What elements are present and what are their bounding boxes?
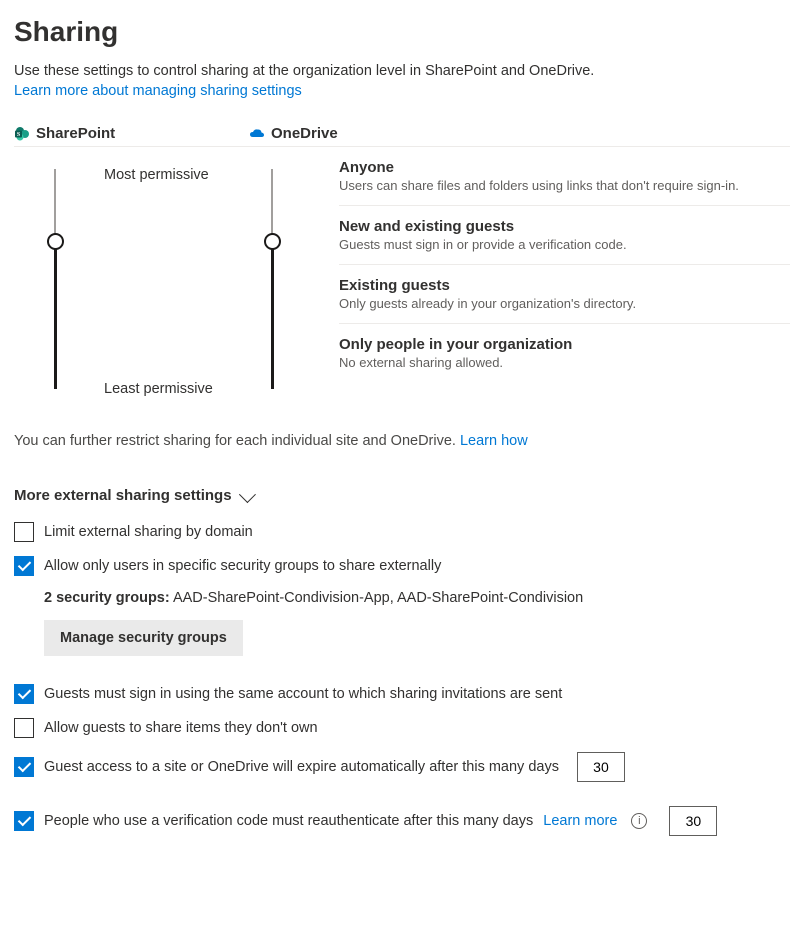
- page-title: Sharing: [14, 16, 790, 48]
- setting-guest-access-expire: Guest access to a site or OneDrive will …: [14, 752, 790, 782]
- setting-allow-guests-share: Allow guests to share items they don't o…: [14, 718, 790, 738]
- reauth-days-input[interactable]: [669, 806, 717, 836]
- checkbox-allow-guests-share[interactable]: [14, 718, 34, 738]
- setting-label: People who use a verification code must …: [44, 813, 533, 829]
- level-title: New and existing guests: [339, 218, 790, 235]
- checkbox-allow-groups[interactable]: [14, 556, 34, 576]
- level-anyone: Anyone Users can share files and folders…: [339, 147, 790, 206]
- level-title: Anyone: [339, 159, 790, 176]
- onedrive-column-header: OneDrive: [249, 125, 369, 142]
- info-icon[interactable]: i: [631, 813, 647, 829]
- level-desc: Guests must sign in or provide a verific…: [339, 237, 790, 252]
- learn-how-link[interactable]: Learn how: [460, 433, 528, 449]
- more-settings-list: Limit external sharing by domain Allow o…: [14, 522, 790, 836]
- setting-label: Allow guests to share items they don't o…: [44, 720, 318, 736]
- level-new-existing-guests: New and existing guests Guests must sign…: [339, 206, 790, 265]
- sharepoint-slider-thumb[interactable]: [47, 233, 64, 250]
- level-desc: Users can share files and folders using …: [339, 178, 790, 193]
- checkbox-limit-domain[interactable]: [14, 522, 34, 542]
- level-title: Only people in your organization: [339, 336, 790, 353]
- least-permissive-label: Least permissive: [104, 381, 213, 397]
- restrict-note: You can further restrict sharing for eac…: [14, 433, 790, 449]
- security-groups-count: 2 security groups:: [44, 590, 170, 606]
- onedrive-slider-thumb[interactable]: [264, 233, 281, 250]
- sharepoint-column-header: S SharePoint: [14, 125, 249, 142]
- manage-security-groups-button[interactable]: Manage security groups: [44, 620, 243, 656]
- checkbox-guest-access-expire[interactable]: [14, 757, 34, 777]
- setting-label: Guest access to a site or OneDrive will …: [44, 759, 559, 775]
- level-desc: Only guests already in your organization…: [339, 296, 790, 311]
- sharepoint-icon: S: [14, 126, 30, 142]
- level-org-only: Only people in your organization No exte…: [339, 324, 790, 382]
- slider-area: Most permissive Least permissive Anyone …: [14, 147, 790, 407]
- chevron-down-icon: [238, 486, 255, 503]
- checkbox-guests-same-account[interactable]: [14, 684, 34, 704]
- setting-label: Allow only users in specific security gr…: [44, 558, 441, 574]
- setting-verification-reauth: People who use a verification code must …: [14, 806, 790, 836]
- setting-label: Limit external sharing by domain: [44, 524, 253, 540]
- onedrive-slider[interactable]: [249, 147, 339, 407]
- setting-guests-same-account: Guests must sign in using the same accou…: [14, 684, 790, 704]
- security-groups-list: AAD-SharePoint-Condivision-App, AAD-Shar…: [173, 590, 583, 606]
- sharepoint-label: SharePoint: [36, 125, 115, 142]
- product-header: S SharePoint OneDrive: [14, 125, 790, 147]
- security-groups-line: 2 security groups: AAD-SharePoint-Condiv…: [44, 590, 790, 606]
- guest-access-days-input[interactable]: [577, 752, 625, 782]
- permissiveness-labels: Most permissive Least permissive: [84, 147, 249, 407]
- setting-label: Guests must sign in using the same accou…: [44, 686, 562, 702]
- checkbox-verification-reauth[interactable]: [14, 811, 34, 831]
- security-groups-block: 2 security groups: AAD-SharePoint-Condiv…: [44, 590, 790, 656]
- onedrive-icon: [249, 126, 265, 142]
- intro-text: Use these settings to control sharing at…: [14, 63, 594, 79]
- level-title: Existing guests: [339, 277, 790, 294]
- level-desc: No external sharing allowed.: [339, 355, 790, 370]
- learn-more-link[interactable]: Learn more about managing sharing settin…: [14, 83, 302, 99]
- more-settings-toggle[interactable]: More external sharing settings: [14, 487, 790, 504]
- onedrive-label: OneDrive: [271, 125, 338, 142]
- restrict-text: You can further restrict sharing for eac…: [14, 433, 460, 449]
- sharing-levels: Anyone Users can share files and folders…: [339, 147, 790, 407]
- intro-block: Use these settings to control sharing at…: [14, 62, 790, 101]
- most-permissive-label: Most permissive: [104, 167, 209, 183]
- more-settings-label: More external sharing settings: [14, 487, 232, 504]
- setting-allow-groups: Allow only users in specific security gr…: [14, 556, 790, 576]
- sharepoint-slider[interactable]: [14, 147, 84, 407]
- level-existing-guests: Existing guests Only guests already in y…: [339, 265, 790, 324]
- setting-limit-domain: Limit external sharing by domain: [14, 522, 790, 542]
- reauth-learn-more-link[interactable]: Learn more: [543, 813, 617, 829]
